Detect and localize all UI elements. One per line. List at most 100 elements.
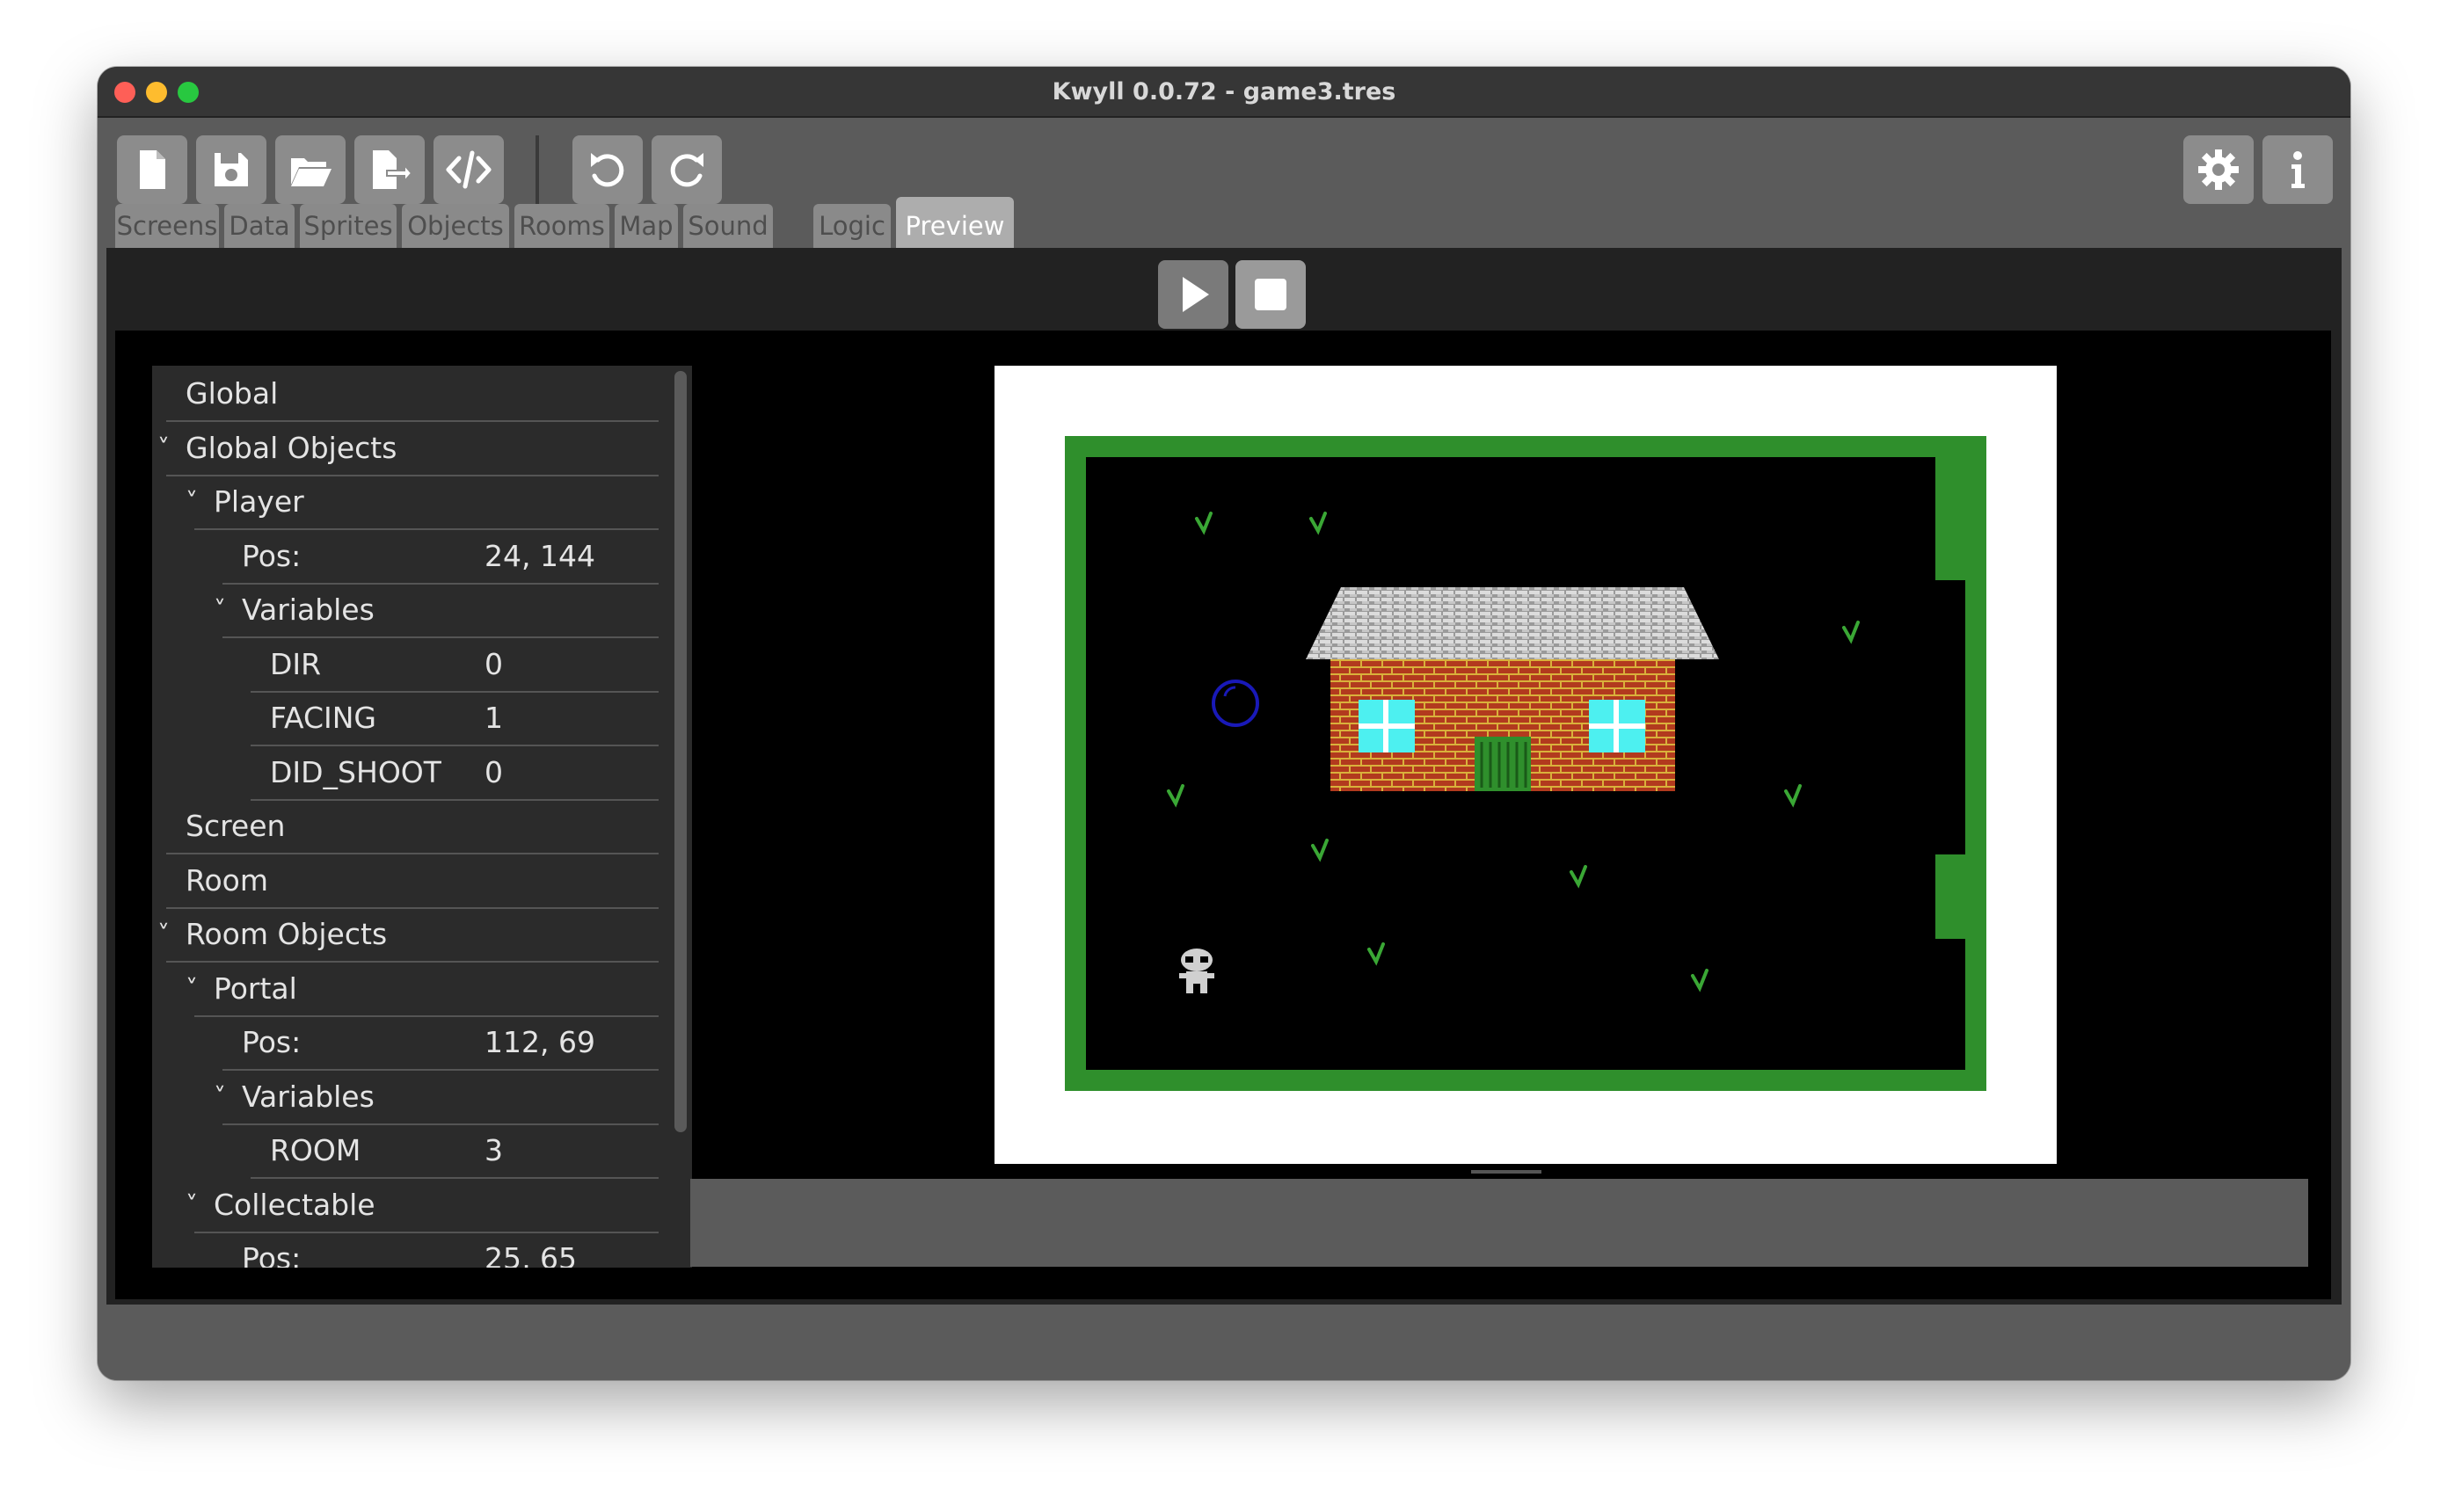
inspector-row: Room: [166, 854, 659, 909]
house-sprite: [1306, 587, 1719, 791]
inspector-row: Pos: 24, 144: [222, 530, 659, 585]
inspector-row-label: Portal: [214, 970, 297, 1006]
inspector-row-label: Pos:: [242, 1025, 302, 1059]
tab-logic[interactable]: Logic: [813, 204, 891, 248]
redo-icon: [670, 153, 703, 187]
tab-sound[interactable]: Sound: [683, 204, 773, 248]
chevron-down-icon[interactable]: ˅: [157, 908, 170, 961]
inspector-row[interactable]: ˅ Global Objects: [157, 422, 659, 476]
window-title: Kwyll 0.0.72 - game3.tres: [1052, 78, 1396, 105]
grass-tuft: [1311, 839, 1329, 862]
tab-preview[interactable]: Preview: [896, 197, 1014, 248]
inspector-scrollbar-thumb[interactable]: [674, 371, 687, 1132]
open-button[interactable]: [275, 135, 346, 204]
preview-controls: [106, 248, 2342, 331]
preview-pane: Global ˅ Global Objects ˅ Player Pos: 24, 144 ˅…: [115, 331, 2331, 1299]
inspector-row-label: FACING: [270, 701, 376, 735]
state-inspector[interactable]: Global ˅ Global Objects ˅ Player Pos: 24, 144 ˅…: [152, 366, 692, 1268]
inspector-row: DIR 0: [251, 638, 659, 693]
app-window: Kwyll 0.0.72 - game3.tres Screens Data S…: [98, 67, 2350, 1380]
chevron-down-icon[interactable]: ˅: [186, 1179, 198, 1232]
info-button[interactable]: [2262, 135, 2333, 204]
hedge-segment: [1935, 854, 1965, 939]
inspector-row-value: 25, 65: [484, 1241, 577, 1268]
splitter-handle[interactable]: [1471, 1170, 1541, 1174]
grass-tuft: [1195, 512, 1213, 535]
inspector-row[interactable]: ˅ Portal: [186, 963, 659, 1017]
export-button[interactable]: [354, 135, 425, 204]
info-icon: [2291, 151, 2305, 188]
inspector-row: ROOM 3: [251, 1124, 659, 1179]
inspector-row-value: 1: [484, 701, 503, 735]
settings-button[interactable]: [2183, 135, 2254, 204]
portal-sprite: [1212, 680, 1259, 727]
grass-tuft: [1570, 865, 1587, 889]
game-room: [1065, 436, 1986, 1091]
gear-icon: [2198, 149, 2239, 190]
game-canvas[interactable]: [994, 366, 2057, 1164]
output-console: [690, 1179, 2308, 1267]
code-button[interactable]: [434, 135, 504, 204]
toolbar-separator: [536, 135, 539, 207]
inspector-row-label: DID_SHOOT: [270, 754, 441, 789]
inspector-row[interactable]: ˅ Variables: [214, 1071, 659, 1125]
inspector-row[interactable]: ˅ Collectable: [186, 1179, 659, 1233]
inspector-row-label: Collectable: [214, 1187, 375, 1222]
code-icon: [446, 150, 492, 189]
stop-button[interactable]: [1235, 260, 1306, 329]
inspector-row-label: Room: [186, 862, 268, 898]
inspector-row: Screen: [166, 800, 659, 854]
tab-objects[interactable]: Objects: [402, 204, 509, 248]
grass-tuft: [1309, 512, 1327, 535]
inspector-row-label: Room Objects: [186, 917, 388, 951]
export-icon: [373, 150, 413, 189]
open-folder-icon: [291, 158, 332, 186]
undo-button[interactable]: [572, 135, 643, 204]
grass-tuft: [1784, 784, 1802, 808]
house-window-left: [1359, 700, 1415, 752]
play-icon: [1183, 277, 1209, 312]
grass-tuft: [1691, 969, 1708, 992]
tab-rooms[interactable]: Rooms: [514, 204, 609, 248]
inspector-row: Global: [166, 367, 659, 422]
tab-data[interactable]: Data: [224, 204, 295, 248]
inspector-row-label: Pos:: [242, 1241, 302, 1268]
inspector-row-value: 0: [484, 754, 503, 789]
hedge-segment: [1935, 457, 1965, 580]
grass-tuft: [1167, 784, 1184, 808]
chevron-down-icon[interactable]: ˅: [186, 476, 198, 528]
chevron-down-icon[interactable]: ˅: [157, 422, 170, 475]
inspector-row-value: 3: [484, 1133, 503, 1167]
toolbar: [98, 118, 2350, 209]
redo-button[interactable]: [652, 135, 722, 204]
tab-sprites[interactable]: Sprites: [300, 204, 397, 248]
title-bar: Kwyll 0.0.72 - game3.tres: [98, 67, 2350, 118]
undo-icon: [591, 153, 624, 187]
inspector-row-label: Variables: [242, 1079, 375, 1114]
player-sprite: [1179, 949, 1214, 993]
stop-icon: [1255, 279, 1286, 310]
inspector-row[interactable]: ˅ Room Objects: [157, 908, 659, 963]
inspector-row: Pos: 25, 65: [222, 1232, 659, 1268]
inspector-row: FACING 1: [251, 692, 659, 746]
inspector-scrollbar[interactable]: [674, 371, 687, 1262]
tab-map[interactable]: Map: [615, 204, 678, 248]
play-button[interactable]: [1158, 260, 1228, 329]
chevron-down-icon[interactable]: ˅: [214, 584, 226, 636]
inspector-row-label: Player: [214, 484, 304, 519]
inspector-row-value: 112, 69: [484, 1025, 595, 1059]
save-button[interactable]: [196, 135, 266, 204]
new-file-icon: [140, 150, 165, 189]
tab-screens[interactable]: Screens: [115, 204, 219, 248]
inspector-row-value: 24, 144: [484, 538, 595, 573]
inspector-row-label: Pos:: [242, 538, 302, 573]
chevron-down-icon[interactable]: ˅: [186, 963, 198, 1015]
chevron-down-icon[interactable]: ˅: [214, 1071, 226, 1123]
grass-tuft: [1367, 942, 1385, 966]
inspector-row-label: Global: [186, 376, 279, 411]
house-door: [1475, 737, 1531, 791]
inspector-row[interactable]: ˅ Variables: [214, 584, 659, 638]
inspector-row[interactable]: ˅ Player: [186, 476, 659, 530]
grass-tuft: [1842, 621, 1860, 644]
new-file-button[interactable]: [117, 135, 187, 204]
